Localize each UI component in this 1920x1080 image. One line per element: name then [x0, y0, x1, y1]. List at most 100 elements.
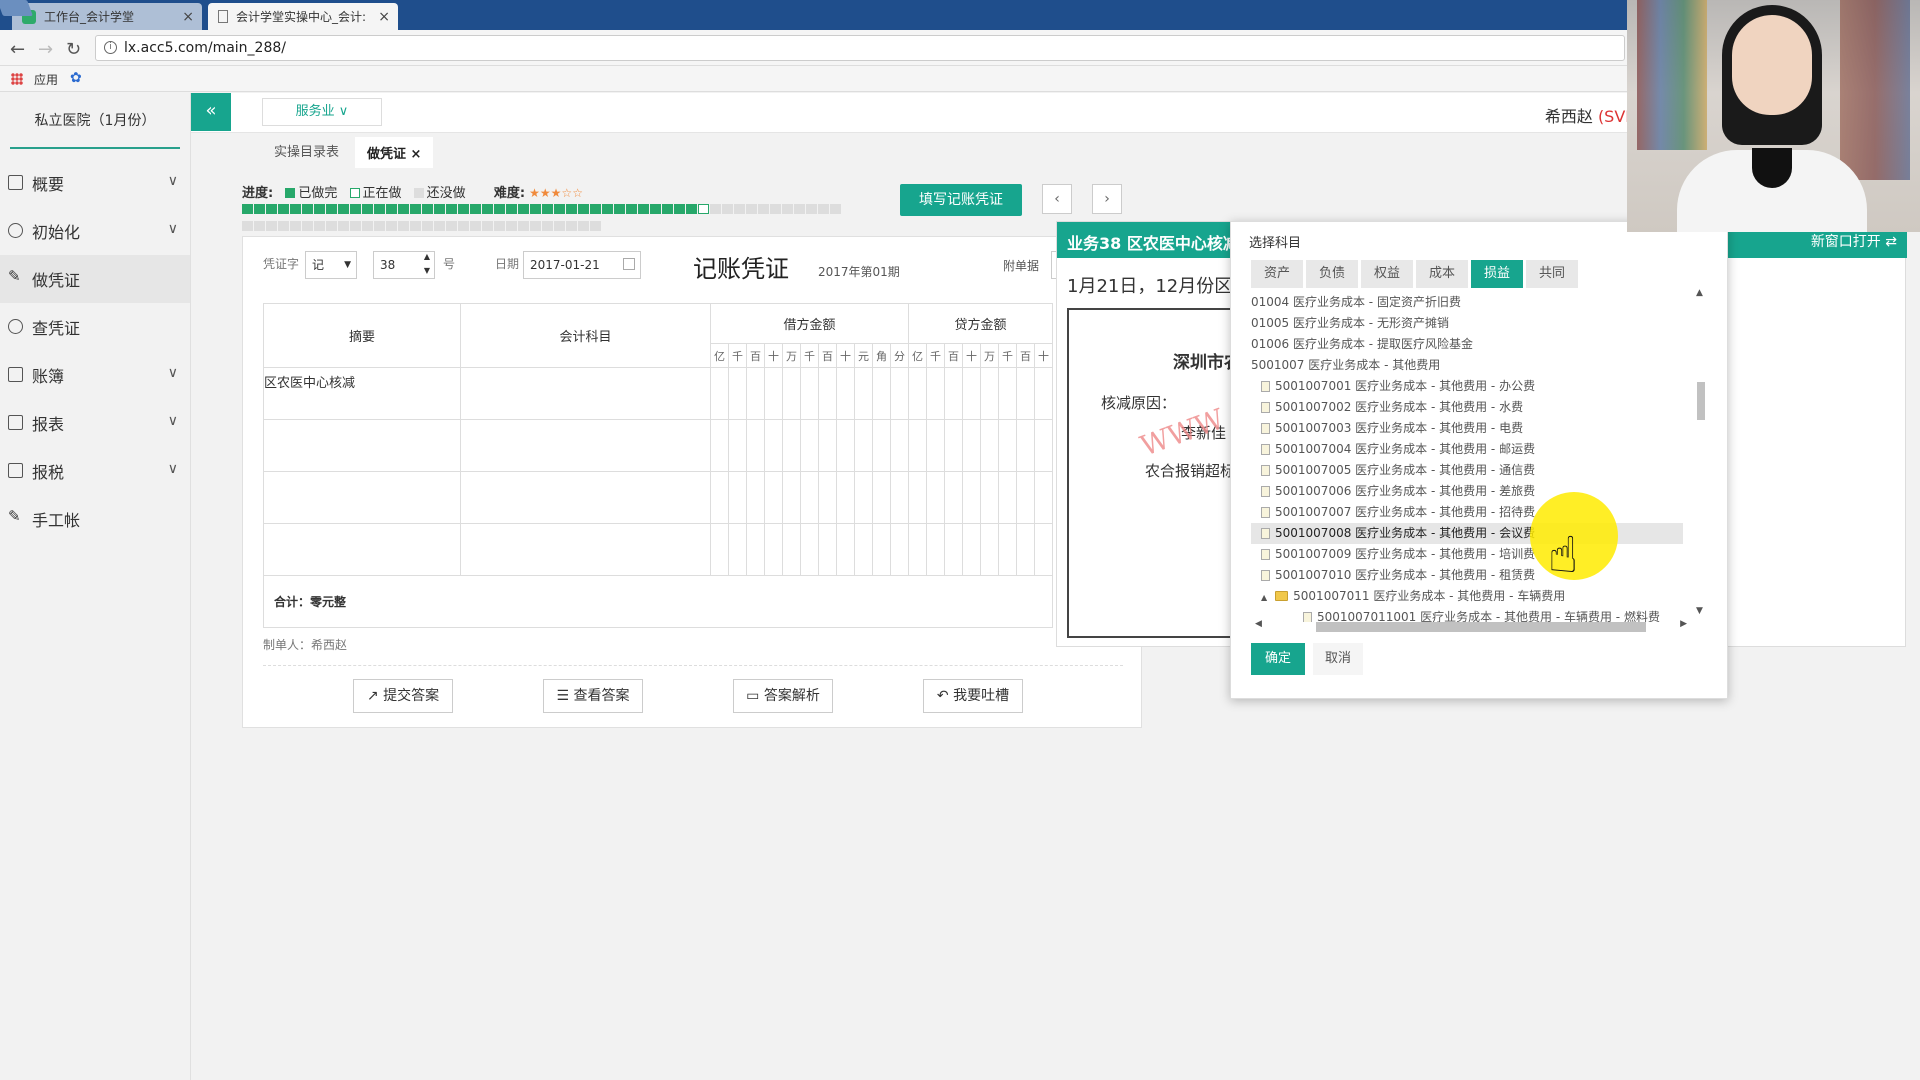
bookmark-apps[interactable]: 应用 — [34, 71, 58, 88]
progress-square[interactable] — [686, 204, 697, 214]
debit-digit-cell[interactable] — [872, 367, 891, 420]
progress-square[interactable] — [530, 204, 541, 214]
debit-digit-cell[interactable] — [818, 471, 837, 524]
progress-square[interactable] — [626, 204, 637, 214]
progress-square[interactable] — [578, 204, 589, 214]
progress-square[interactable] — [494, 221, 505, 231]
debit-digit-cell[interactable] — [746, 471, 765, 524]
progress-square[interactable] — [386, 204, 397, 214]
progress-square[interactable] — [770, 204, 781, 214]
scroll-left-icon[interactable]: ◀ — [1255, 619, 1262, 629]
open-new-window-link[interactable]: 新窗口打开 ⇄ — [1811, 231, 1897, 251]
summary-cell[interactable] — [263, 419, 461, 472]
progress-square[interactable] — [314, 221, 325, 231]
progress-square[interactable] — [734, 204, 745, 214]
progress-square[interactable] — [758, 204, 769, 214]
credit-digit-cell[interactable] — [980, 523, 999, 576]
progress-square[interactable] — [446, 204, 457, 214]
credit-digit-cell[interactable] — [926, 367, 945, 420]
back-arrow-icon[interactable]: ← — [10, 39, 25, 60]
credit-digit-cell[interactable] — [1016, 523, 1035, 576]
debit-digit-cell[interactable] — [800, 523, 819, 576]
stepper-icon[interactable]: ▲ ▼ — [424, 250, 430, 278]
progress-square[interactable] — [506, 221, 517, 231]
progress-square[interactable] — [326, 204, 337, 214]
credit-digit-cell[interactable] — [998, 367, 1017, 420]
account-tree-node[interactable]: 01006 医疗业务成本 - 提取医疗风险基金 — [1251, 334, 1683, 355]
scroll-thumb[interactable] — [1697, 382, 1705, 420]
progress-square[interactable] — [494, 204, 505, 214]
progress-square[interactable] — [338, 221, 349, 231]
tab-close-icon[interactable]: × — [378, 9, 390, 25]
progress-square[interactable] — [650, 204, 661, 214]
progress-square[interactable] — [590, 204, 601, 214]
progress-square[interactable] — [470, 204, 481, 214]
calendar-icon[interactable] — [623, 258, 635, 270]
progress-square[interactable] — [314, 204, 325, 214]
credit-digit-cell[interactable] — [926, 419, 945, 472]
progress-square[interactable] — [374, 221, 385, 231]
progress-square[interactable] — [482, 221, 493, 231]
progress-square[interactable] — [422, 204, 433, 214]
scroll-thumb[interactable] — [1316, 622, 1646, 632]
progress-square[interactable] — [614, 204, 625, 214]
sidebar-item-overview[interactable]: 概要 ∨ — [0, 159, 190, 207]
progress-square[interactable] — [398, 221, 409, 231]
progress-square[interactable] — [518, 204, 529, 214]
progress-square[interactable] — [458, 221, 469, 231]
credit-digit-cell[interactable] — [980, 419, 999, 472]
info-icon[interactable]: i — [104, 41, 117, 54]
progress-square[interactable] — [662, 204, 673, 214]
prev-business-button[interactable]: ‹ — [1042, 184, 1072, 214]
progress-square[interactable] — [542, 221, 553, 231]
progress-square[interactable] — [518, 221, 529, 231]
debit-digit-cell[interactable] — [836, 523, 855, 576]
credit-digit-cell[interactable] — [1034, 471, 1053, 524]
sidebar-item-make-voucher[interactable]: ✎ 做凭证 — [0, 255, 190, 303]
progress-square[interactable] — [782, 204, 793, 214]
debit-digit-cell[interactable] — [872, 471, 891, 524]
url-input[interactable]: i lx.acc5.com/main_288/ — [95, 35, 1625, 61]
debit-digit-cell[interactable] — [854, 523, 873, 576]
debit-digit-cell[interactable] — [764, 367, 783, 420]
progress-square[interactable] — [722, 204, 733, 214]
next-business-button[interactable]: › — [1092, 184, 1122, 214]
new-tab-button[interactable] — [0, 0, 33, 16]
debit-digit-cell[interactable] — [710, 419, 729, 472]
collapse-sidebar-button[interactable]: « — [191, 93, 231, 131]
progress-square[interactable] — [266, 221, 277, 231]
progress-square[interactable] — [398, 204, 409, 214]
progress-square[interactable] — [434, 221, 445, 231]
debit-digit-cell[interactable] — [854, 367, 873, 420]
credit-digit-cell[interactable] — [962, 523, 981, 576]
debit-digit-cell[interactable] — [890, 367, 909, 420]
account-tab[interactable]: 权益 — [1361, 260, 1413, 288]
progress-square[interactable] — [326, 221, 337, 231]
fill-voucher-button[interactable]: 填写记账凭证 — [900, 184, 1022, 216]
debit-digit-cell[interactable] — [746, 523, 765, 576]
credit-digit-cell[interactable] — [1034, 523, 1053, 576]
debit-digit-cell[interactable] — [728, 523, 747, 576]
debit-digit-cell[interactable] — [854, 471, 873, 524]
industry-dropdown[interactable]: 服务业 ∨ — [262, 98, 382, 126]
progress-square[interactable] — [746, 204, 757, 214]
progress-square[interactable] — [242, 221, 253, 231]
debit-digit-cell[interactable] — [728, 471, 747, 524]
apps-grid-icon[interactable] — [11, 73, 23, 85]
progress-square[interactable] — [578, 221, 589, 231]
credit-digit-cell[interactable] — [962, 367, 981, 420]
progress-square[interactable] — [410, 221, 421, 231]
sidebar-item-ledger[interactable]: 账簿 ∨ — [0, 351, 190, 399]
expand-toggle-icon[interactable]: ▲ — [1261, 593, 1267, 602]
debit-digit-cell[interactable] — [836, 367, 855, 420]
account-tree-node[interactable]: 5001007004 医疗业务成本 - 其他费用 - 邮运费 — [1251, 439, 1683, 460]
credit-digit-cell[interactable] — [1034, 419, 1053, 472]
tab-make-voucher[interactable]: 做凭证 × — [355, 137, 434, 168]
credit-digit-cell[interactable] — [962, 419, 981, 472]
summary-cell[interactable]: 区农医中心核减 — [263, 367, 461, 420]
progress-square[interactable] — [698, 204, 709, 214]
credit-digit-cell[interactable] — [998, 419, 1017, 472]
date-input[interactable]: 2017-01-21 — [523, 251, 641, 279]
debit-digit-cell[interactable] — [710, 523, 729, 576]
progress-square[interactable] — [422, 221, 433, 231]
